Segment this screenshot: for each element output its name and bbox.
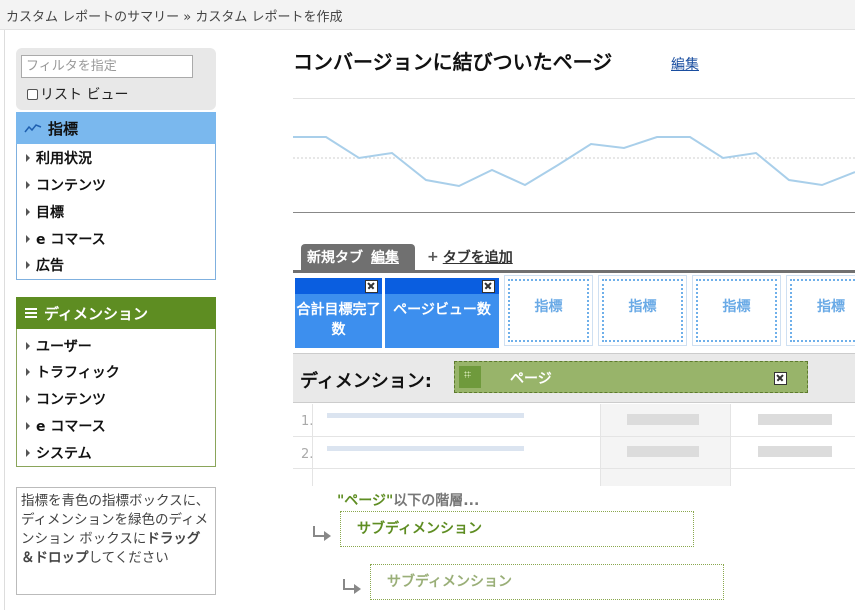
dimension-chip-label: ページ xyxy=(510,371,552,387)
table-row-divider xyxy=(293,436,855,437)
metric-drop-slot[interactable]: 指標 xyxy=(786,275,855,346)
edit-title-link[interactable]: 編集 xyxy=(671,54,699,74)
expand-triangle-icon xyxy=(26,154,30,162)
graph-line xyxy=(293,136,855,188)
metric-slot-label: 指標 xyxy=(534,299,563,315)
dimension-label: ディメンション: xyxy=(300,371,432,392)
arrow-right-icon xyxy=(343,579,361,594)
table-placeholder-bar xyxy=(327,413,524,418)
metric-category-ecommerce[interactable]: e コマース xyxy=(26,229,106,249)
metric-box-label: ページビュー数 xyxy=(393,302,491,318)
hierarchy-suffix: 以下の階層... xyxy=(393,493,480,509)
report-title: コンバージョンに結びついたページ xyxy=(293,50,613,74)
table-placeholder-bar xyxy=(758,414,832,425)
subdimension-slot-2[interactable]: サブディメンション xyxy=(370,564,724,600)
dimension-category-ecommerce[interactable]: e コマース xyxy=(26,416,106,436)
metric-drop-slot[interactable]: 指標 xyxy=(692,275,781,346)
subdimension-slot-1[interactable]: サブディメンション xyxy=(340,511,694,547)
metrics-title: 指標 xyxy=(48,119,79,138)
metric-slot-label: 指標 xyxy=(628,299,657,315)
metric-box-pageviews[interactable]: ページビュー数 xyxy=(385,278,499,348)
table-row-number: 1. xyxy=(301,414,314,429)
metric-slot-label: 指標 xyxy=(817,299,845,315)
chart-top-rule xyxy=(293,98,855,99)
expand-triangle-icon xyxy=(26,449,30,457)
help-text-box: 指標を青色の指標ボックスに、ディメンションを緑色のディメンション ボックスにドラ… xyxy=(16,487,216,595)
metric-box-goal-completions[interactable]: 合計目標完了数 xyxy=(295,278,382,348)
tab-edit-link[interactable]: 編集 xyxy=(371,247,399,267)
subdimension-label: サブディメンション xyxy=(357,521,483,537)
add-tab-button[interactable]: + タブを追加 xyxy=(427,247,513,267)
help-text-end: してください xyxy=(88,550,169,566)
subdimension-label: サブディメンション xyxy=(387,574,513,590)
list-view-checkbox[interactable] xyxy=(27,88,38,100)
expand-triangle-icon xyxy=(26,368,30,376)
tab-new-label: 新規タブ xyxy=(307,250,363,266)
expand-triangle-icon xyxy=(26,208,30,216)
table-placeholder-bar xyxy=(758,446,832,457)
metric-category-label: 広告 xyxy=(36,258,64,274)
metrics-panel-header: 指標 xyxy=(16,112,216,144)
metric-category-label: 目標 xyxy=(36,205,64,221)
chart-bottom-rule xyxy=(293,212,855,213)
dimension-category-label: トラフィック xyxy=(36,365,120,381)
expand-triangle-icon xyxy=(26,181,30,189)
table-col-divider xyxy=(600,404,601,486)
dimension-category-label: e コマース xyxy=(36,419,106,435)
trend-preview-graph xyxy=(293,136,855,188)
list-view-toggle[interactable]: リスト ビュー xyxy=(27,84,128,104)
expand-triangle-icon xyxy=(26,342,30,350)
hierarchy-page-name: "ページ" xyxy=(337,493,394,509)
metric-category-usage[interactable]: 利用状況 xyxy=(26,148,92,168)
list-view-label: リスト ビュー xyxy=(40,87,129,103)
table-placeholder-bar xyxy=(627,446,699,457)
dimension-category-label: システム xyxy=(36,446,92,462)
metric-category-content[interactable]: コンテンツ xyxy=(26,175,106,195)
breadcrumb-bar: カスタム レポートのサマリー » カスタム レポートを作成 xyxy=(0,0,855,30)
trend-line-icon xyxy=(24,124,42,133)
arrow-right-icon xyxy=(313,526,331,541)
metric-category-goals[interactable]: 目標 xyxy=(26,202,64,222)
breadcrumb[interactable]: カスタム レポートのサマリー » カスタム レポートを作成 xyxy=(6,6,342,25)
metric-category-label: コンテンツ xyxy=(36,178,106,194)
dimension-category-traffic[interactable]: トラフィック xyxy=(26,362,120,382)
tab-underline xyxy=(293,270,855,273)
plus-icon: + xyxy=(427,249,439,265)
remove-dimension-icon[interactable] xyxy=(774,372,787,385)
dimensions-panel-header: ディメンション xyxy=(16,297,216,329)
metric-category-ads[interactable]: 広告 xyxy=(26,255,64,275)
remove-metric-icon[interactable] xyxy=(482,280,495,293)
list-icon xyxy=(25,308,37,318)
expand-triangle-icon xyxy=(26,395,30,403)
add-tab-label: タブを追加 xyxy=(442,250,513,266)
dimensions-title: ディメンション xyxy=(44,304,148,323)
expand-triangle-icon xyxy=(26,261,30,269)
metric-slot-label: 指標 xyxy=(722,299,751,315)
metric-box-label: 合計目標完了数 xyxy=(296,302,381,338)
dimension-category-label: コンテンツ xyxy=(36,392,106,408)
dimension-category-label: ユーザー xyxy=(36,339,92,355)
dimension-chip-page[interactable]: ページ xyxy=(454,361,808,393)
metric-category-label: e コマース xyxy=(36,232,106,248)
expand-triangle-icon xyxy=(26,422,30,430)
metric-drop-slot[interactable]: 指標 xyxy=(598,275,687,346)
table-placeholder-bar xyxy=(327,446,524,451)
hierarchy-label: "ページ"以下の階層... xyxy=(337,490,479,510)
metric-drop-slot[interactable]: 指標 xyxy=(504,275,593,346)
drag-handle-icon[interactable] xyxy=(459,366,481,388)
dimension-category-system[interactable]: システム xyxy=(26,443,92,463)
table-col-divider xyxy=(730,404,731,486)
expand-triangle-icon xyxy=(26,235,30,243)
filter-input[interactable] xyxy=(21,55,193,78)
tab-new[interactable]: 新規タブ 編集 xyxy=(301,244,415,270)
dimension-category-content[interactable]: コンテンツ xyxy=(26,389,106,409)
table-row-number: 2. xyxy=(301,447,314,462)
dimension-category-users[interactable]: ユーザー xyxy=(26,336,92,356)
remove-metric-icon[interactable] xyxy=(365,280,378,293)
table-row-divider xyxy=(293,468,855,469)
table-placeholder-bar xyxy=(627,414,699,425)
metric-category-label: 利用状況 xyxy=(36,151,92,167)
